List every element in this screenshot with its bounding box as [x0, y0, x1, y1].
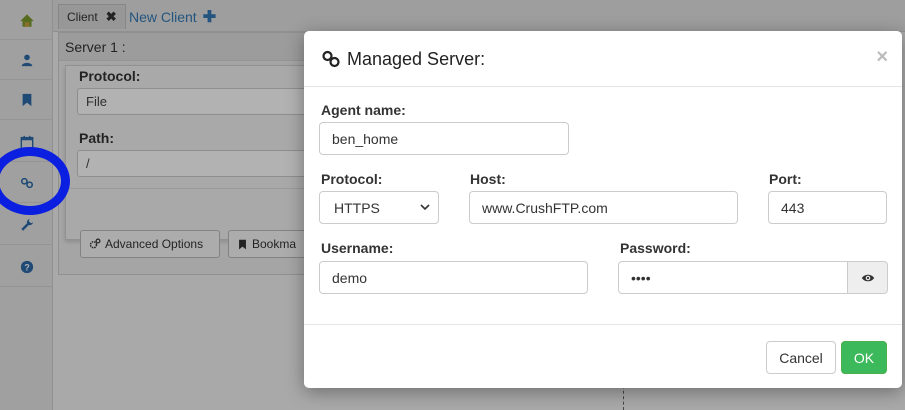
password-input[interactable]: [618, 261, 848, 294]
dialog-title: Managed Server:: [347, 49, 486, 69]
cancel-button[interactable]: Cancel: [766, 341, 836, 374]
protocol-value: HTTPS: [334, 199, 380, 216]
dialog-header: Managed Server: ×: [304, 31, 902, 87]
dialog-footer: Cancel OK: [304, 324, 902, 388]
password-label: Password:: [620, 240, 691, 256]
ok-button[interactable]: OK: [841, 341, 887, 374]
protocol-label: Protocol:: [321, 171, 383, 187]
managed-server-dialog: Managed Server: × Agent name: Protocol: …: [304, 31, 902, 388]
show-password-button[interactable]: [848, 261, 888, 294]
port-label: Port:: [769, 171, 802, 187]
agent-name-input[interactable]: [319, 122, 569, 155]
host-input[interactable]: [469, 191, 738, 224]
username-label: Username:: [321, 240, 394, 256]
eye-icon: [861, 274, 874, 281]
link-icon: [322, 50, 340, 68]
username-input[interactable]: [319, 261, 588, 294]
protocol-select[interactable]: HTTPS: [319, 191, 439, 224]
agent-name-label: Agent name:: [321, 102, 406, 118]
close-icon[interactable]: ×: [876, 46, 888, 69]
host-label: Host:: [470, 171, 506, 187]
port-input[interactable]: [768, 191, 887, 224]
chevron-down-icon: [420, 204, 430, 211]
